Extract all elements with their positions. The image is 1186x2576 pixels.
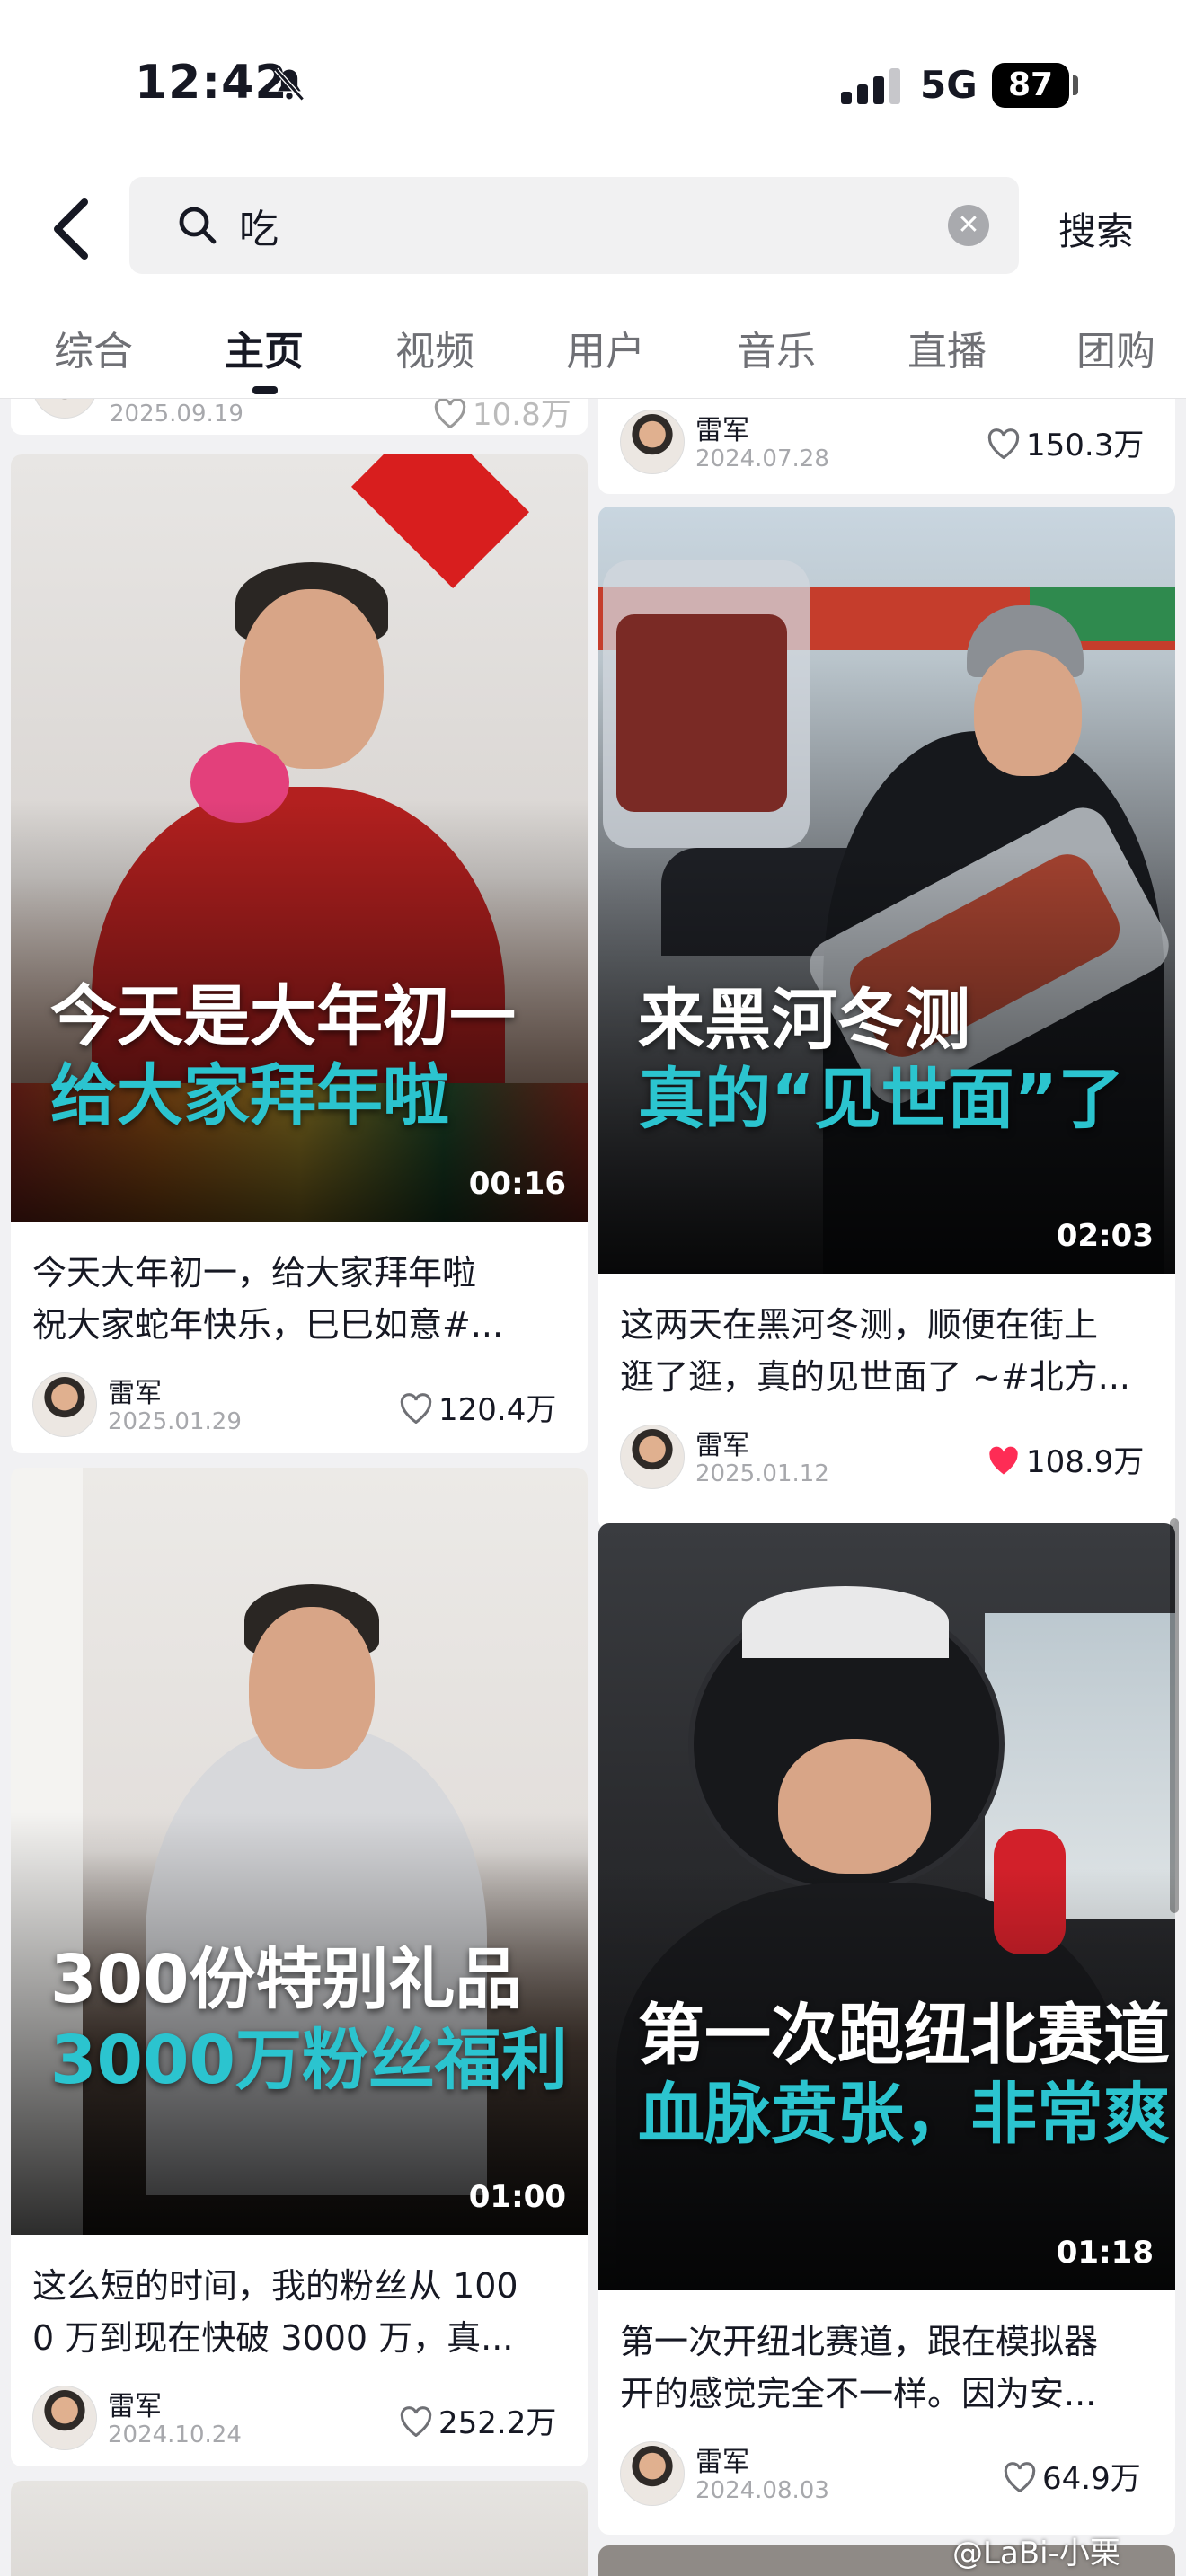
watermark: @LaBi-小栗	[952, 2536, 1120, 2572]
network-type: 5G	[920, 63, 978, 107]
video-description: 开的感觉完全不一样。因为安...	[620, 2374, 1097, 2413]
like-count-value: 108.9万	[1026, 1444, 1145, 1480]
thumbnail-placeholder	[11, 2481, 588, 2576]
like-count-value: 120.4万	[438, 1392, 557, 1428]
like-count: 10.8万	[433, 399, 571, 434]
video-description: 这么短的时间，我的粉丝从 100	[32, 2266, 518, 2306]
video-card[interactable]: 第一次跑纽北赛道 血脉贲张，非常爽! 01:18 第一次开纽北赛道，跟在模拟器 …	[598, 1523, 1175, 2535]
like-button[interactable]: 108.9万	[987, 1437, 1144, 1481]
video-duration: 01:00	[468, 2179, 566, 2215]
heart-icon	[987, 428, 1020, 459]
video-duration: 00:16	[468, 1166, 566, 1202]
back-icon[interactable]	[49, 198, 93, 260]
tab-videos[interactable]: 视频	[395, 319, 474, 376]
video-card-partial[interactable]: 2025.09.19 10.8万	[11, 399, 588, 435]
heart-icon	[1004, 2462, 1036, 2492]
overlay-subtitle: 血脉贲张，非常爽!	[638, 2076, 1175, 2153]
author-name: 雷军	[695, 415, 749, 446]
clear-icon[interactable]: ✕	[948, 205, 989, 246]
signal-icon	[841, 68, 900, 104]
tab-group-buy[interactable]: 团购	[1076, 319, 1155, 376]
video-description: 0 万到现在快破 3000 万，真...	[32, 2318, 514, 2358]
scrollbar[interactable]	[1170, 1518, 1179, 1913]
status-bar: 12:42 5G 87	[0, 0, 1186, 171]
presenter-face	[974, 650, 1082, 776]
author-name[interactable]: 雷军	[108, 1371, 162, 1410]
tab-users[interactable]: 用户	[566, 319, 645, 376]
video-card-partial[interactable]: 雷军 2024.07.28 150.3万	[598, 399, 1175, 494]
tab-music[interactable]: 音乐	[737, 319, 816, 376]
post-date: 2024.07.28	[695, 446, 829, 472]
presenter-face	[240, 589, 384, 769]
presenter-face	[249, 1607, 375, 1769]
overlay-subtitle: 给大家拜年啦	[50, 1057, 449, 1134]
like-button[interactable]: 64.9万	[1003, 2454, 1141, 2498]
avatar[interactable]	[620, 1425, 685, 1489]
post-date: 2024.08.03	[695, 2477, 829, 2504]
video-description: 这两天在黑河冬测，顺便在街上	[620, 1305, 1099, 1345]
search-icon	[179, 207, 217, 244]
search-input[interactable]: 吃 ✕	[129, 177, 1019, 274]
video-card[interactable]: 今天是大年初一 给大家拜年啦 00:16 今天大年初一，给大家拜年啦 祝大家蛇年…	[11, 454, 588, 1453]
video-duration: 02:03	[1056, 1218, 1154, 1254]
video-thumbnail[interactable]: 第一次跑纽北赛道 血脉贲张，非常爽! 01:18	[598, 1523, 1175, 2290]
like-count: 150.3万	[987, 420, 1144, 464]
category-tabs: 综合 主页 视频 用户 音乐 直播 团购	[0, 292, 1186, 399]
post-date: 2025.01.12	[695, 1460, 829, 1487]
avatar	[620, 410, 685, 474]
search-query: 吃	[239, 207, 279, 252]
search-header: 吃 ✕ 搜索	[0, 171, 1186, 292]
heart-icon	[434, 399, 466, 428]
video-thumbnail[interactable]: 300份特别礼品 3000万粉丝福利 01:00	[11, 1468, 588, 2235]
like-count-value: 64.9万	[1042, 2461, 1141, 2497]
tab-all[interactable]: 综合	[54, 319, 133, 376]
avatar[interactable]	[32, 2386, 97, 2450]
video-duration: 01:18	[1056, 2235, 1154, 2271]
tab-home[interactable]: 主页	[225, 319, 304, 376]
search-button[interactable]: 搜索	[1058, 201, 1134, 256]
clock: 12:42	[135, 56, 288, 110]
like-count-value: 150.3万	[1026, 428, 1145, 463]
like-button[interactable]: 120.4万	[399, 1385, 556, 1429]
avatar	[32, 399, 97, 419]
battery-cap	[1073, 75, 1078, 95]
battery-level: 87	[992, 63, 1069, 108]
overlay-subtitle: 真的“见世面”了	[638, 1061, 1125, 1138]
author-name[interactable]: 雷军	[108, 2384, 162, 2423]
sausage-bag-contents	[616, 614, 787, 812]
overlay-subtitle: 3000万粉丝福利	[50, 2022, 568, 2099]
driver-face	[778, 1739, 931, 1874]
video-description: 逛了逛，真的见世面了 ~#北方...	[620, 1357, 1130, 1397]
video-description: 祝大家蛇年快乐，巳巳如意#...	[32, 1305, 504, 1345]
video-description: 第一次开纽北赛道，跟在模拟器	[620, 2322, 1099, 2361]
post-date: 2025.01.29	[108, 1408, 242, 1435]
avatar[interactable]	[32, 1372, 97, 1437]
video-thumbnail[interactable]: 今天是大年初一 给大家拜年啦 00:16	[11, 454, 588, 1222]
video-thumbnail[interactable]: 来黑河冬测 真的“见世面”了 02:03	[598, 507, 1175, 1274]
heart-icon	[400, 2406, 432, 2437]
like-count-value: 10.8万	[473, 399, 571, 433]
tab-live[interactable]: 直播	[907, 319, 987, 376]
author-name[interactable]: 雷军	[695, 2439, 749, 2479]
avatar[interactable]	[620, 2441, 685, 2506]
heart-icon	[989, 1446, 1018, 1475]
video-description: 今天大年初一，给大家拜年啦	[32, 1253, 477, 1292]
active-tab-indicator	[252, 386, 278, 394]
video-feed: 2025.09.19 10.8万 雷军 2024.07.28 150.3万 今天…	[0, 399, 1186, 2576]
post-date: 2025.09.19	[110, 401, 243, 428]
video-card-partial[interactable]	[11, 2481, 588, 2576]
helmet-top	[742, 1586, 949, 1658]
bell-mute-icon	[274, 67, 305, 101]
video-card[interactable]: 来黑河冬测 真的“见世面”了 02:03 这两天在黑河冬测，顺便在街上 逛了逛，…	[598, 507, 1175, 1531]
video-card[interactable]: 300份特别礼品 3000万粉丝福利 01:00 这么短的时间，我的粉丝从 10…	[11, 1468, 588, 2466]
like-count-value: 252.2万	[438, 2405, 557, 2441]
author-name[interactable]: 雷军	[695, 1423, 749, 1462]
like-button[interactable]: 252.2万	[399, 2398, 556, 2442]
heart-icon	[400, 1393, 432, 1424]
post-date: 2024.10.24	[108, 2422, 242, 2448]
